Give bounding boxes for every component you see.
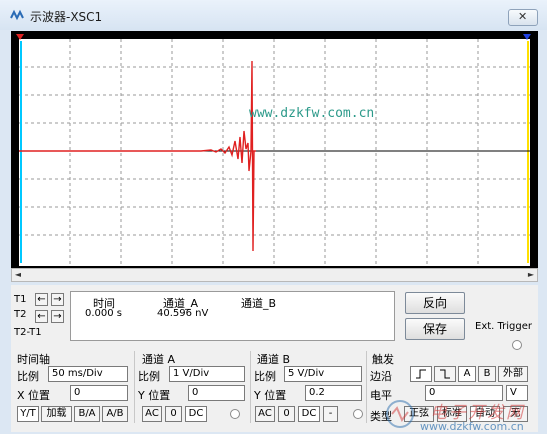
x-position-field[interactable]: 0: [70, 385, 128, 401]
separator: [134, 351, 135, 423]
channel-a-dc-button[interactable]: DC: [185, 406, 207, 422]
channel-b-ypos-label: Y 位置: [254, 389, 287, 402]
ext-trigger-terminal[interactable]: [512, 340, 522, 350]
separator: [366, 351, 367, 423]
channel-a-ypos-field[interactable]: 0: [188, 385, 245, 401]
channel-a-scale-field[interactable]: 1 V/Div: [169, 366, 245, 382]
channel-b-title: 通道 B: [257, 353, 291, 366]
mode-ba-label: B/A: [78, 408, 96, 419]
x-position-value: 0: [74, 387, 81, 398]
x-position-label: X 位置: [17, 389, 51, 402]
trigger-level-unit: V: [510, 387, 517, 398]
trigger-title: 触发: [372, 353, 394, 366]
ext-trigger-label: Ext. Trigger: [475, 321, 533, 332]
save-button[interactable]: 保存: [405, 318, 465, 340]
mode-ab-label: A/B: [106, 408, 124, 419]
mode-ab-button[interactable]: A/B: [102, 406, 128, 422]
channel-b-dc-label: DC: [301, 408, 317, 419]
channel-b-zero-button[interactable]: 0: [278, 406, 295, 422]
trigger-edge-label: 边沿: [370, 370, 392, 383]
cursor-readout: 时间 通道_A 通道_B 0.000 s 40.596 nV: [70, 291, 395, 341]
site-logo-icon: [386, 400, 414, 428]
t2-right-button[interactable]: →: [51, 310, 64, 323]
mode-yt-button[interactable]: Y/T: [17, 406, 39, 422]
t1-left-button[interactable]: ←: [35, 293, 48, 306]
mode-ba-button[interactable]: B/A: [74, 406, 100, 422]
title-bar: 示波器-XSC1 ✕: [0, 0, 547, 30]
t1-right-button[interactable]: →: [51, 293, 64, 306]
waveform-display: www.dzkfw.com.cn: [11, 31, 538, 271]
channel-a-zero-label: 0: [170, 408, 177, 419]
channel-a-terminal[interactable]: [230, 409, 240, 419]
horizontal-scrollbar[interactable]: ◄ ►: [11, 268, 538, 282]
channel-a-ac-button[interactable]: AC: [142, 406, 162, 422]
reverse-button[interactable]: 反向: [405, 292, 465, 314]
screen-watermark: www.dzkfw.com.cn: [249, 106, 374, 121]
channel-b-terminal[interactable]: [353, 409, 363, 419]
channel-a-scale-label: 比例: [138, 370, 160, 383]
trigger-b-label: B: [483, 368, 491, 379]
trigger-ext-label: 外部: [503, 368, 523, 379]
rising-edge-icon: [416, 369, 426, 379]
channel-a-ac-label: AC: [145, 408, 159, 419]
channel-a-zero-button[interactable]: 0: [165, 406, 182, 422]
corner-watermark-url: www.dzkfw.com.cn: [420, 420, 524, 433]
trigger-a-label: A: [463, 368, 471, 379]
channel-b-invert-label: -: [328, 408, 333, 419]
channel-a-dc-label: DC: [188, 408, 204, 419]
timebase-scale-value: 50 ms/Div: [52, 368, 103, 379]
timebase-scale-label: 比例: [17, 370, 39, 383]
t2-label: T2: [14, 309, 27, 320]
t2t1-label: T2-T1: [14, 327, 42, 338]
mode-yt-label: Y/T: [20, 408, 36, 419]
save-button-label: 保存: [422, 322, 447, 336]
oscilloscope-icon: [10, 9, 24, 21]
channel-b-ac-button[interactable]: AC: [255, 406, 275, 422]
trigger-a-button[interactable]: A: [458, 366, 476, 382]
channel-b-invert-button[interactable]: -: [323, 406, 338, 422]
rising-edge-button[interactable]: [410, 366, 432, 382]
oscilloscope-screen[interactable]: www.dzkfw.com.cn: [11, 31, 538, 271]
trigger-level-value: 0: [429, 387, 436, 398]
close-button[interactable]: ✕: [508, 9, 538, 26]
channel-b-zero-label: 0: [283, 408, 290, 419]
channel-b-ypos-value: 0.2: [309, 387, 325, 398]
falling-edge-icon: [440, 369, 450, 379]
t2-left-button[interactable]: ←: [35, 310, 48, 323]
channel-b-scale-value: 5 V/Div: [288, 368, 325, 379]
channel-a-title: 通道 A: [142, 353, 176, 366]
channel-a-ypos-value: 0: [192, 387, 199, 398]
scroll-right-icon[interactable]: ►: [525, 269, 537, 281]
channel-a-value: 40.596 nV: [157, 308, 209, 319]
mode-load-button[interactable]: 加载: [41, 406, 72, 422]
channel-b-scale-label: 比例: [254, 370, 276, 383]
scroll-left-icon[interactable]: ◄: [12, 269, 24, 281]
separator: [250, 351, 251, 423]
channel-b-ac-label: AC: [258, 408, 272, 419]
time-value: 0.000 s: [85, 308, 123, 319]
channel-b-scale-field[interactable]: 5 V/Div: [284, 366, 362, 382]
channel-a-scale-value: 1 V/Div: [173, 368, 210, 379]
t1-label: T1: [14, 294, 27, 305]
close-icon: ✕: [518, 10, 528, 23]
timebase-scale-field[interactable]: 50 ms/Div: [48, 366, 128, 382]
timebase-title: 时间轴: [17, 353, 50, 366]
channel-b-dc-button[interactable]: DC: [298, 406, 320, 422]
window-title: 示波器-XSC1: [30, 10, 103, 24]
channel-b-ypos-field[interactable]: 0.2: [305, 385, 362, 401]
reverse-button-label: 反向: [422, 296, 447, 310]
col-b-header: 通道_B: [241, 297, 277, 310]
falling-edge-button[interactable]: [434, 366, 456, 382]
channel-a-ypos-label: Y 位置: [138, 389, 171, 402]
trigger-ext-button[interactable]: 外部: [498, 366, 528, 382]
mode-load-label: 加载: [46, 408, 67, 419]
trigger-b-button[interactable]: B: [478, 366, 496, 382]
